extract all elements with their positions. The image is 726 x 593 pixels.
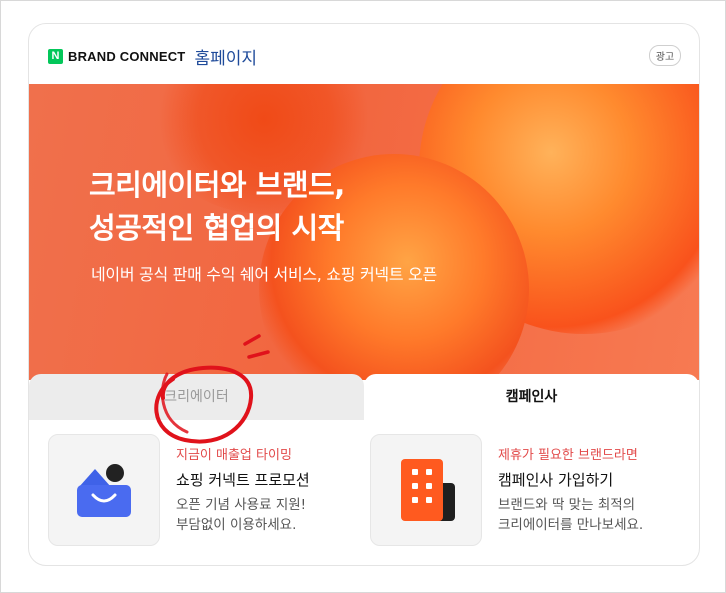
brand-logo[interactable]: N BRAND CONNECT 홈페이지: [48, 45, 257, 69]
promo-description-line: 오픈 기념 사용료 지원!: [176, 497, 307, 513]
promo-description-line: 크리에이터를 만나보세요.: [498, 517, 644, 533]
banner-subtitle: 네이버 공식 판매 수익 쉐어 서비스, 쇼핑 커넥트 오픈: [91, 265, 437, 284]
tab-campaign[interactable]: 캠페인사: [364, 374, 699, 418]
promo-text-block: 제휴가 필요한 브랜드라면 캠페인사 가입하기 브랜드와 딱 맞는 최적의 크리…: [498, 447, 643, 535]
promo-text-block: 지금이 매출업 타이밍 쇼핑 커넥트 프로모션 오픈 기념 사용료 지원! 부담…: [176, 447, 310, 535]
promo-shopping-connect[interactable]: 지금이 매출업 타이밍 쇼핑 커넥트 프로모션 오픈 기념 사용료 지원! 부담…: [48, 434, 368, 546]
promo-thumbnail: [370, 434, 482, 546]
homepage-label: 홈페이지: [194, 48, 257, 69]
brand-connect-ad-card[interactable]: N BRAND CONNECT 홈페이지 광고 크리에이터와 브랜드, 성공적인…: [28, 23, 700, 566]
hero-banner[interactable]: 크리에이터와 브랜드, 성공적인 협업의 시작 네이버 공식 판매 수익 쉐어 …: [29, 84, 699, 380]
banner-headline-line2: 성공적인 협업의 시작: [89, 211, 344, 245]
ad-badge[interactable]: 광고: [649, 45, 681, 66]
promo-title[interactable]: 캠페인사 가입하기: [498, 470, 643, 490]
banner-headline: 크리에이터와 브랜드, 성공적인 협업의 시작: [89, 164, 509, 250]
promo-description-line: 부담없이 이용하세요.: [176, 517, 297, 533]
promo-description-line: 브랜드와 딱 맞는 최적의: [498, 497, 636, 513]
promo-eyebrow: 제휴가 필요한 브랜드라면: [498, 448, 638, 463]
promo-eyebrow: 지금이 매출업 타이밍: [176, 448, 292, 463]
brand-name: BRAND CONNECT: [68, 48, 186, 64]
shopping-bag-icon: [77, 464, 131, 517]
promo-title[interactable]: 쇼핑 커넥트 프로모션: [176, 470, 310, 490]
promo-description: 오픈 기념 사용료 지원! 부담없이 이용하세요.: [176, 495, 310, 535]
tab-creator[interactable]: 크리에이터: [29, 374, 364, 418]
promo-campaign-signup[interactable]: 제휴가 필요한 브랜드라면 캠페인사 가입하기 브랜드와 딱 맞는 최적의 크리…: [370, 434, 690, 546]
promo-thumbnail: [48, 434, 160, 546]
card-header: N BRAND CONNECT 홈페이지 광고: [29, 24, 699, 84]
naver-n-icon: N: [48, 48, 63, 64]
banner-headline-line1: 크리에이터와 브랜드,: [89, 168, 345, 202]
tab-divider: [29, 418, 364, 420]
building-icon: [401, 459, 455, 521]
promo-description: 브랜드와 딱 맞는 최적의 크리에이터를 만나보세요.: [498, 495, 643, 535]
audience-tabs: 크리에이터 캠페인사: [29, 374, 699, 420]
